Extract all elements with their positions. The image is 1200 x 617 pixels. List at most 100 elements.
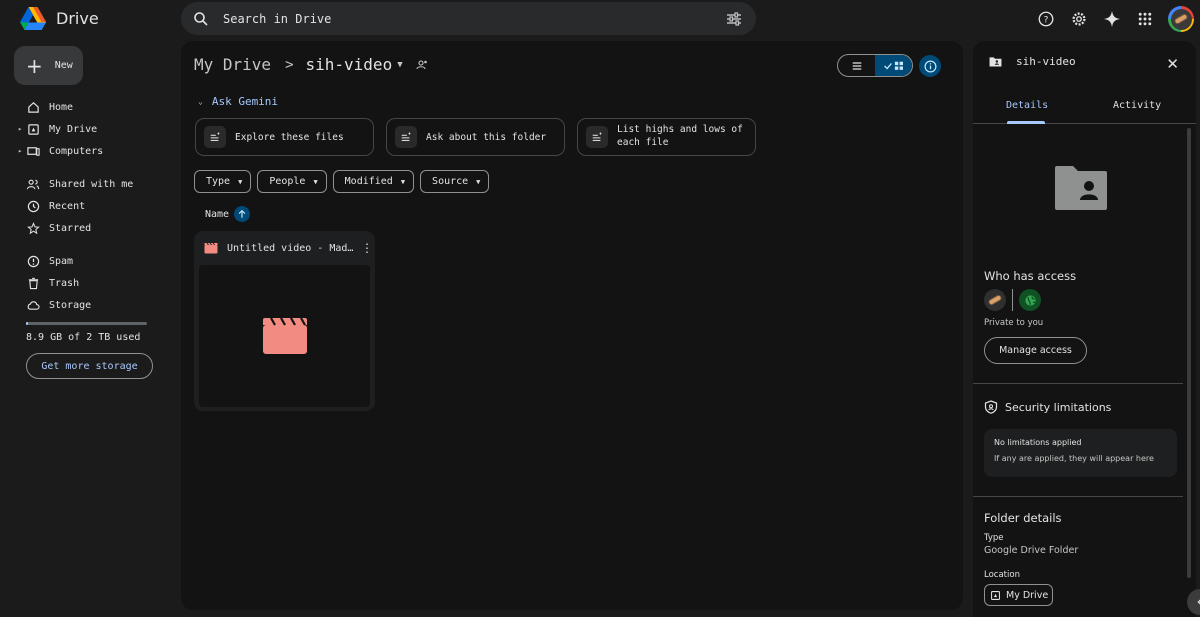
search-options-icon[interactable] <box>726 11 742 27</box>
sidebar-item-recent[interactable]: Recent <box>18 195 168 217</box>
access-avatars <box>984 289 1041 311</box>
sidebar-item-trash[interactable]: Trash <box>18 272 168 294</box>
sort-by-name[interactable]: Name <box>205 206 251 222</box>
grid-view-check-icon <box>883 61 903 70</box>
sidebar-nav: Home ▸ My Drive ▸ Computers <box>18 96 168 162</box>
sort-ascending-arrow-icon[interactable] <box>234 206 251 222</box>
sidebar-item-label: My Drive <box>49 123 98 135</box>
more-options-icon[interactable]: ⋮ <box>361 241 373 255</box>
suggestion-label: Ask about this folder <box>426 131 547 143</box>
home-icon <box>26 100 40 114</box>
filter-label: People <box>269 176 306 187</box>
trash-icon <box>26 276 40 290</box>
dropdown-arrow-icon: ▼ <box>313 177 318 186</box>
limitations-info-box: No limitations applied If any are applie… <box>984 429 1177 477</box>
gemini-suggestion-explore[interactable]: Explore these files <box>195 118 374 156</box>
video-thumbnail-icon <box>262 317 307 354</box>
dropdown-arrow-icon: ▼ <box>238 177 243 186</box>
breadcrumb: My Drive > sih-video ▼ <box>194 55 429 74</box>
filter-modified[interactable]: Modified ▼ <box>332 170 415 193</box>
shared-folder-icon <box>989 57 1002 67</box>
star-icon <box>26 221 40 235</box>
file-thumbnail[interactable] <box>199 265 370 407</box>
gemini-sparkle-icon[interactable] <box>1102 9 1122 29</box>
limitations-status: No limitations applied <box>994 438 1082 447</box>
grid-view-button[interactable] <box>875 55 912 76</box>
clock-icon <box>26 199 40 213</box>
sidebar-item-spam[interactable]: Spam <box>18 250 168 272</box>
section-divider <box>973 383 1183 384</box>
plus-icon: + <box>26 53 43 78</box>
tab-details[interactable]: Details <box>1006 100 1048 111</box>
my-drive-icon <box>26 122 40 136</box>
new-button[interactable]: + New <box>14 46 83 85</box>
breadcrumb-my-drive[interactable]: My Drive <box>194 55 271 74</box>
sidebar-item-home[interactable]: Home <box>18 96 168 118</box>
search-bar[interactable]: Search in Drive <box>181 2 756 35</box>
owner-avatar[interactable] <box>984 289 1006 311</box>
globe-icon[interactable] <box>1019 289 1041 311</box>
my-drive-icon <box>991 590 1000 600</box>
list-view-button[interactable] <box>838 55 875 76</box>
details-panel: sih-video ✕ Details Activity Who has acc… <box>973 41 1196 617</box>
sidebar-item-my-drive[interactable]: ▸ My Drive <box>18 118 168 140</box>
svg-text:?: ? <box>1044 16 1049 26</box>
avatar-pill-icon <box>987 293 1003 307</box>
folder-details-title: Folder details <box>984 511 1062 525</box>
sidebar-item-starred[interactable]: Starred <box>18 217 168 239</box>
details-header: sih-video <box>989 55 1076 68</box>
manage-access-button[interactable]: Manage access <box>984 337 1087 364</box>
gemini-suggestion-highs-lows[interactable]: List highs and lows of each file <box>577 118 756 156</box>
filter-source[interactable]: Source ▼ <box>420 170 490 193</box>
close-icon[interactable]: ✕ <box>1166 55 1179 73</box>
sidebar-item-label: Starred <box>49 222 92 234</box>
video-file-icon <box>204 242 218 254</box>
expand-caret-icon[interactable]: ▸ <box>18 125 22 133</box>
info-icon <box>924 60 936 72</box>
details-info-button[interactable] <box>919 55 941 77</box>
breadcrumb-current-folder[interactable]: sih-video <box>306 55 393 74</box>
help-icon[interactable]: ? <box>1036 9 1056 29</box>
drive-logo-icon <box>20 7 46 30</box>
details-folder-name: sih-video <box>1016 55 1076 68</box>
file-card[interactable]: Untitled video - Mad… ⋮ <box>194 231 375 411</box>
settings-icon[interactable] <box>1069 9 1089 29</box>
filter-label: Type <box>206 176 231 187</box>
apps-grid-icon[interactable] <box>1135 9 1155 29</box>
new-button-label: New <box>54 60 73 71</box>
file-name: Untitled video - Mad… <box>227 242 354 254</box>
filter-type[interactable]: Type ▼ <box>194 170 252 193</box>
details-tabs: Details Activity <box>973 93 1196 124</box>
sidebar-item-label: Trash <box>49 277 80 289</box>
details-scrollbar[interactable] <box>1187 128 1191 578</box>
drive-app: Drive Search in Drive ? + New Home ▸ My … <box>0 0 1200 617</box>
filter-people[interactable]: People ▼ <box>257 170 327 193</box>
filter-label: Modified <box>344 176 393 187</box>
limitations-note: If any are applied, they will appear her… <box>994 454 1154 463</box>
sidebar-item-storage[interactable]: Storage <box>18 294 168 316</box>
view-toggle <box>837 54 913 77</box>
who-has-access-title: Who has access <box>984 269 1077 283</box>
list-sparkle-icon <box>395 126 417 148</box>
shared-folder-large-icon <box>1055 166 1107 210</box>
gemini-suggestion-ask-folder[interactable]: Ask about this folder <box>386 118 565 156</box>
get-more-storage-button[interactable]: Get more storage <box>26 353 153 379</box>
sidebar-item-computers[interactable]: ▸ Computers <box>18 140 168 162</box>
search-input[interactable]: Search in Drive <box>223 12 726 26</box>
list-view-icon <box>852 61 861 70</box>
account-avatar[interactable] <box>1168 6 1194 32</box>
expand-caret-icon[interactable]: ▸ <box>18 147 22 155</box>
sort-label: Name <box>205 208 230 220</box>
location-value: My Drive <box>1006 589 1049 601</box>
file-card-header: Untitled video - Mad… ⋮ <box>204 241 373 255</box>
location-chip[interactable]: My Drive <box>984 584 1053 606</box>
dropdown-arrow-icon[interactable]: ▼ <box>397 60 402 70</box>
tab-activity[interactable]: Activity <box>1113 100 1161 111</box>
avatar-divider <box>1012 289 1013 311</box>
cloud-icon <box>26 298 40 312</box>
sidebar-item-label: Home <box>49 101 74 113</box>
drive-logo[interactable]: Drive <box>20 6 99 30</box>
storage-usage-fill <box>26 322 29 325</box>
ask-gemini-toggle[interactable]: ⌄ Ask Gemini <box>198 95 278 108</box>
sidebar-item-shared[interactable]: Shared with me <box>18 173 168 195</box>
